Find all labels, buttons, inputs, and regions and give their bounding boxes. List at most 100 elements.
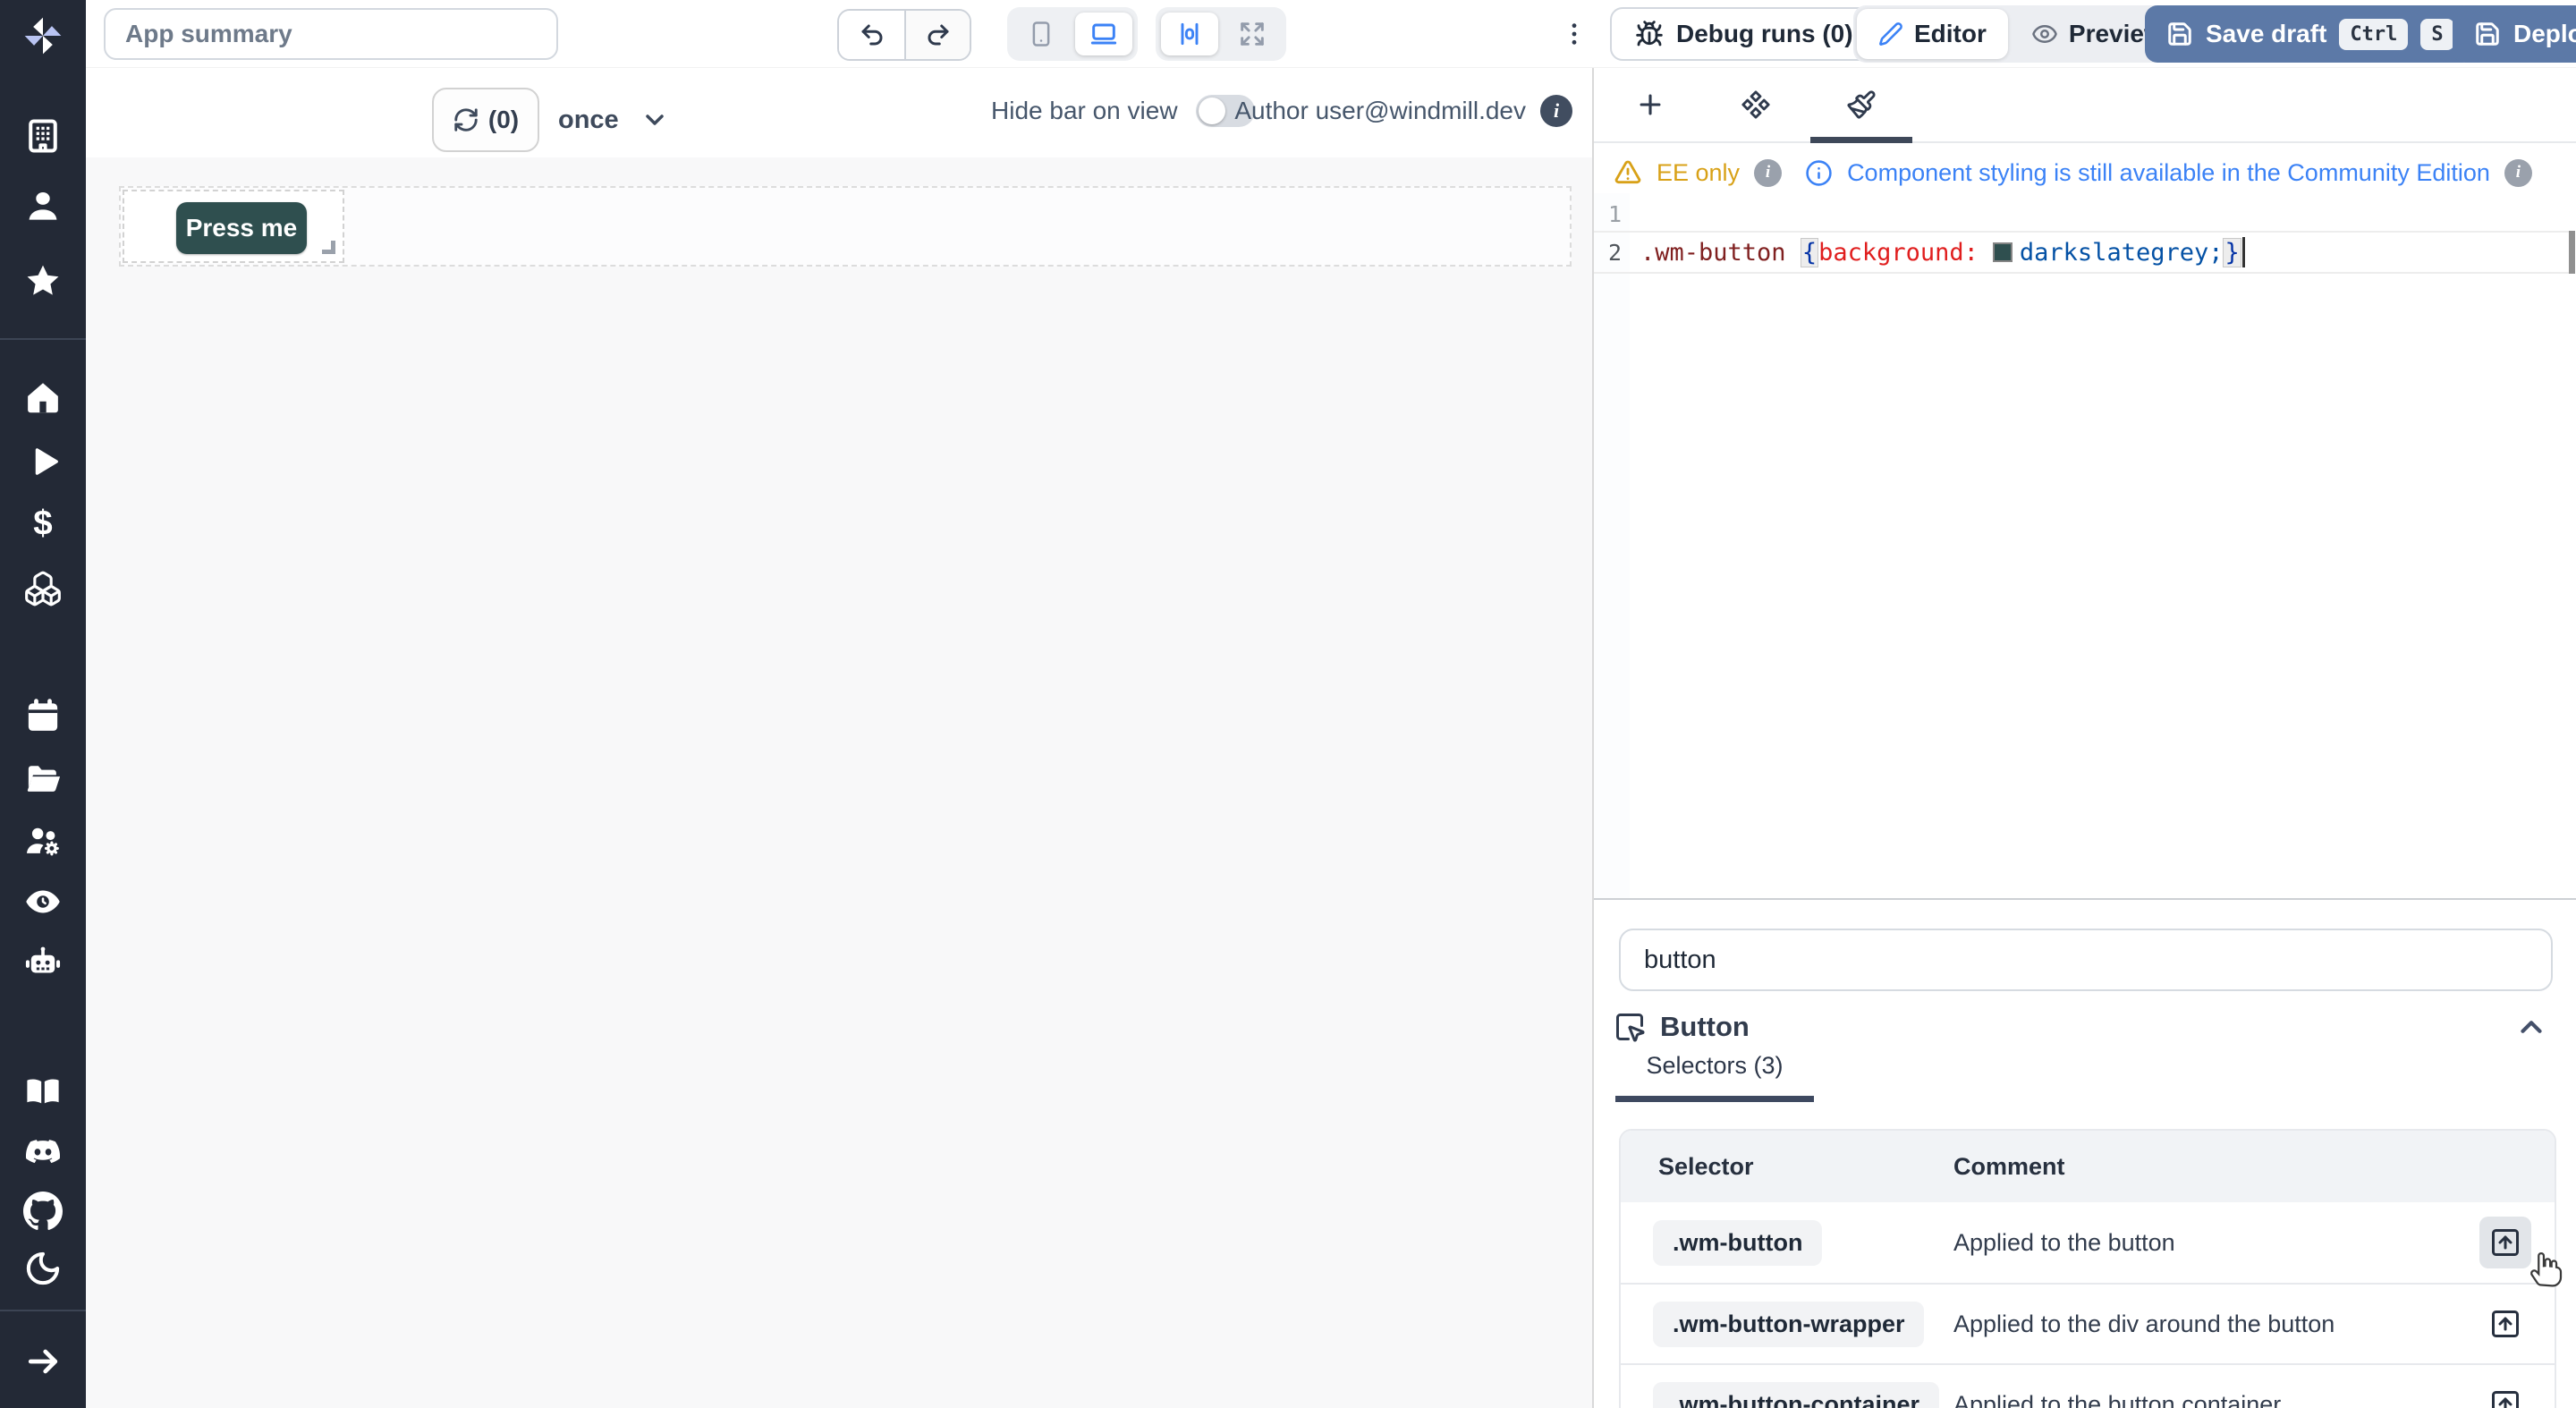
redo-button[interactable] [904, 11, 970, 59]
fullscreen-button[interactable] [1224, 13, 1281, 55]
square-arrow-up-icon [2489, 1226, 2521, 1259]
user-icon[interactable] [23, 186, 63, 225]
insert-selector-button[interactable] [2479, 1378, 2531, 1408]
press-me-button[interactable]: Press me [176, 202, 307, 254]
desktop-view-button[interactable] [1075, 13, 1132, 55]
deploy-button[interactable]: Deploy [2453, 5, 2576, 63]
debug-runs-button[interactable]: Debug runs (0) [1610, 7, 1878, 61]
editor-scrollbar[interactable] [2569, 231, 2575, 274]
undo-redo-group [837, 9, 971, 61]
component-search-input[interactable] [1619, 929, 2553, 991]
kbd-s: S [2420, 19, 2453, 50]
sidebar-divider [0, 338, 86, 340]
author-info: Author user@windmill.dev i [1234, 95, 1572, 127]
home-icon[interactable] [23, 377, 63, 417]
save-draft-label: Save draft [2206, 20, 2326, 48]
author-info-icon[interactable]: i [1540, 95, 1572, 127]
favorites-star-icon[interactable] [23, 261, 63, 301]
insert-selector-button[interactable] [2479, 1217, 2531, 1268]
audit-eye-icon[interactable] [23, 882, 63, 921]
insert-selector-button[interactable] [2479, 1298, 2531, 1350]
ee-info-icon[interactable]: i [1754, 159, 1782, 187]
editor-gutter [1594, 193, 1630, 898]
component-section-header[interactable]: Button [1614, 1000, 2551, 1054]
resize-handle-icon[interactable] [322, 241, 335, 254]
selector-comment: Applied to the button container [1953, 1391, 2555, 1408]
button-component-cell[interactable]: Press me [123, 190, 344, 263]
component-section-title: Button [1660, 1011, 1750, 1043]
layout-toggle-group [1156, 7, 1286, 61]
top-bar: Debug runs (0) Editor Preview Save draft [86, 0, 2576, 68]
save-icon [2166, 21, 2193, 47]
workspace-building-icon[interactable] [23, 116, 63, 156]
table-row: .wm-button Applied to the button [1621, 1202, 2555, 1283]
sidebar-divider [0, 1310, 86, 1311]
text-cursor [2242, 237, 2245, 267]
deploy-label: Deploy [2513, 20, 2576, 48]
selectors-tab[interactable]: Selectors (3) [1615, 1052, 1814, 1102]
windmill-app-editor: $ [0, 0, 2576, 1408]
expand-arrows-icon [1238, 20, 1267, 48]
canvas-grid-row: Press me [119, 186, 1572, 267]
editor-preview-toggle: Editor Preview [1853, 5, 2189, 63]
kebab-menu-icon [1560, 20, 1589, 48]
selector-chip: .wm-button-wrapper [1653, 1302, 1924, 1347]
code-content: .wm-button {background:darkslategrey;} [1640, 237, 2245, 267]
css-value-token: darkslategrey; [2020, 239, 2224, 267]
css-code-editor[interactable]: 1 2 .wm-button {background:darkslategrey… [1594, 193, 2576, 898]
code-line-2-current: 2 .wm-button {background:darkslategrey;} [1594, 231, 2571, 274]
color-swatch[interactable] [1993, 242, 2012, 262]
mobile-view-button[interactable] [1013, 13, 1070, 55]
pencil-icon [1878, 21, 1903, 47]
github-icon[interactable] [23, 1192, 63, 1231]
run-mode-dropdown[interactable]: once [558, 88, 669, 152]
more-options-button[interactable] [1553, 13, 1596, 55]
center-content-button[interactable] [1161, 13, 1218, 55]
tab-styling[interactable] [1809, 68, 1914, 141]
app-summary-input[interactable] [104, 8, 558, 60]
runs-play-icon[interactable] [23, 442, 63, 481]
save-draft-button[interactable]: Save draft Ctrl S [2145, 5, 2476, 63]
deploy-save-icon [2474, 21, 2501, 47]
undo-icon [859, 21, 886, 48]
groups-users-gear-icon[interactable] [23, 821, 63, 861]
undo-button[interactable] [839, 11, 904, 59]
ai-robot-icon[interactable] [23, 943, 63, 982]
theme-moon-icon[interactable] [23, 1249, 63, 1288]
chevron-down-icon [640, 106, 669, 134]
table-header-row: Selector Comment [1621, 1131, 2555, 1202]
collapse-sidebar-arrow-icon[interactable] [23, 1342, 63, 1381]
windmill-logo-icon[interactable] [20, 13, 66, 59]
pricing-dollar-icon[interactable]: $ [23, 505, 63, 544]
table-row: .wm-button-container Applied to the butt… [1621, 1363, 2555, 1408]
right-panel: EE only i Component styling is still ava… [1592, 68, 2576, 1408]
tab-components[interactable] [1703, 68, 1809, 141]
folders-icon[interactable] [23, 759, 63, 798]
selector-chip: .wm-button-container [1653, 1382, 1939, 1408]
run-mode-value: once [558, 106, 619, 135]
css-property-token: background: [1818, 239, 1979, 267]
square-mouse-pointer-icon [1614, 1011, 1646, 1043]
line-number: 1 [1594, 201, 1640, 227]
panel-resize-divider[interactable] [1594, 898, 2576, 900]
bug-icon [1635, 20, 1664, 48]
resources-boxes-icon[interactable] [23, 569, 63, 608]
ee-message-info-icon[interactable]: i [2504, 159, 2532, 187]
ee-only-label: EE only [1657, 159, 1740, 187]
tab-insert-component[interactable] [1597, 68, 1703, 141]
docs-book-icon[interactable] [23, 1072, 63, 1111]
open-brace-token: { [1801, 238, 1818, 267]
author-label: Author user@windmill.dev [1234, 97, 1526, 125]
refresh-runnables-button[interactable]: (0) [432, 88, 539, 152]
editor-mode-button[interactable]: Editor [1857, 9, 2008, 59]
device-toggle-group [1007, 7, 1138, 61]
collapse-section-button[interactable] [2512, 1007, 2551, 1047]
line-number: 2 [1594, 240, 1640, 266]
center-bars-icon [1175, 20, 1204, 48]
refresh-icon [453, 106, 479, 133]
ee-message: Component styling is still available in … [1847, 159, 2490, 187]
discord-icon[interactable] [23, 1132, 63, 1172]
laptop-icon [1089, 20, 1118, 48]
app-canvas: (0) once Hide bar on view Author user@wi… [86, 68, 1592, 1408]
schedules-calendar-icon[interactable] [23, 696, 63, 735]
